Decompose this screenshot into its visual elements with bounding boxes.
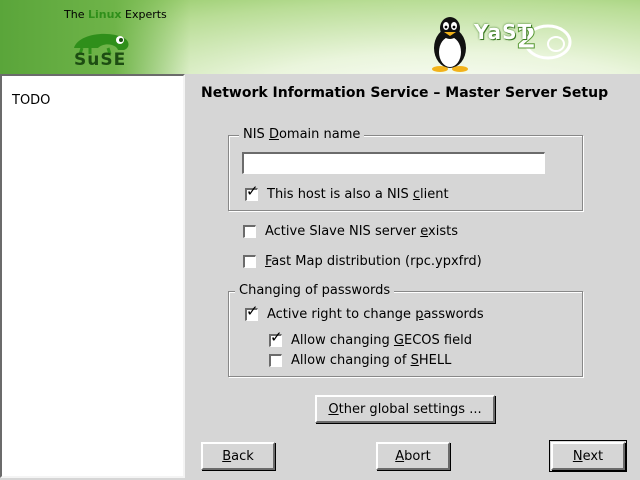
nis-client-checkbox[interactable]: ✓ This host is also a NIS client (245, 184, 449, 202)
active-right-checkbox[interactable]: ✓ Active right to change passwords (245, 304, 484, 322)
gecos-checkbox[interactable]: ✓ Allow changing GECOS field (269, 330, 472, 348)
shell-label: Allow changing of SHELL (291, 353, 452, 368)
tagline-pre: The (64, 8, 88, 21)
active-right-label: Active right to change passwords (267, 307, 484, 322)
nis-domain-label: NIS Domain name (239, 127, 365, 142)
abort-button[interactable]: Abort (376, 442, 450, 470)
active-right-check-mark: ✓ (246, 302, 259, 320)
yast-wordmark: YaST (474, 20, 533, 44)
tagline-highlight: Linux (87, 8, 122, 21)
gecos-check-box[interactable]: ✓ (269, 330, 283, 347)
shell-check-box[interactable] (269, 354, 282, 367)
nis-domain-input[interactable] (242, 152, 545, 174)
other-global-settings-label: Other global settings ... (328, 401, 482, 417)
help-panel[interactable]: TODO (0, 74, 185, 478)
nis-client-check-mark: ✓ (246, 182, 259, 200)
next-label: Next (572, 448, 604, 464)
nis-domain-group: NIS Domain name ✓ This host is also a NI… (228, 127, 583, 211)
nis-client-check-box[interactable]: ✓ (245, 184, 259, 201)
page-title: Network Information Service – Master Ser… (201, 85, 609, 101)
gecos-label: Allow changing GECOS field (291, 333, 472, 348)
active-slave-label: Active Slave NIS server exists (265, 224, 458, 239)
gecos-check-mark: ✓ (270, 328, 283, 346)
suse-wordmark: SuSE (74, 50, 127, 70)
active-right-check-box[interactable]: ✓ (245, 304, 259, 321)
tux-penguin-icon (432, 17, 468, 72)
nis-client-label: This host is also a NIS client (267, 187, 449, 202)
tagline-post: Experts (121, 8, 167, 21)
help-text: TODO (12, 93, 51, 108)
suse-tagline: The Linux Experts (64, 8, 167, 21)
shell-checkbox[interactable]: Allow changing of SHELL (269, 353, 451, 368)
passwords-group-label: Changing of passwords (235, 283, 395, 298)
other-global-settings-button[interactable]: Other global settings ... (315, 395, 495, 423)
passwords-group: Changing of passwords ✓ Active right to … (228, 283, 583, 377)
active-slave-checkbox[interactable]: Active Slave NIS server exists (243, 224, 458, 239)
fast-map-check-box[interactable] (243, 255, 256, 268)
back-label: Back (222, 448, 254, 464)
back-button[interactable]: Back (201, 442, 275, 470)
next-button[interactable]: Next (549, 440, 627, 472)
abort-label: Abort (395, 448, 431, 464)
active-slave-check-box[interactable] (243, 225, 256, 238)
fast-map-label: Fast Map distribution (rpc.ypxfrd) (265, 254, 482, 269)
fast-map-checkbox[interactable]: Fast Map distribution (rpc.ypxfrd) (243, 254, 482, 269)
header-banner: The Linux Experts SuSE 2 YaST (0, 0, 640, 74)
